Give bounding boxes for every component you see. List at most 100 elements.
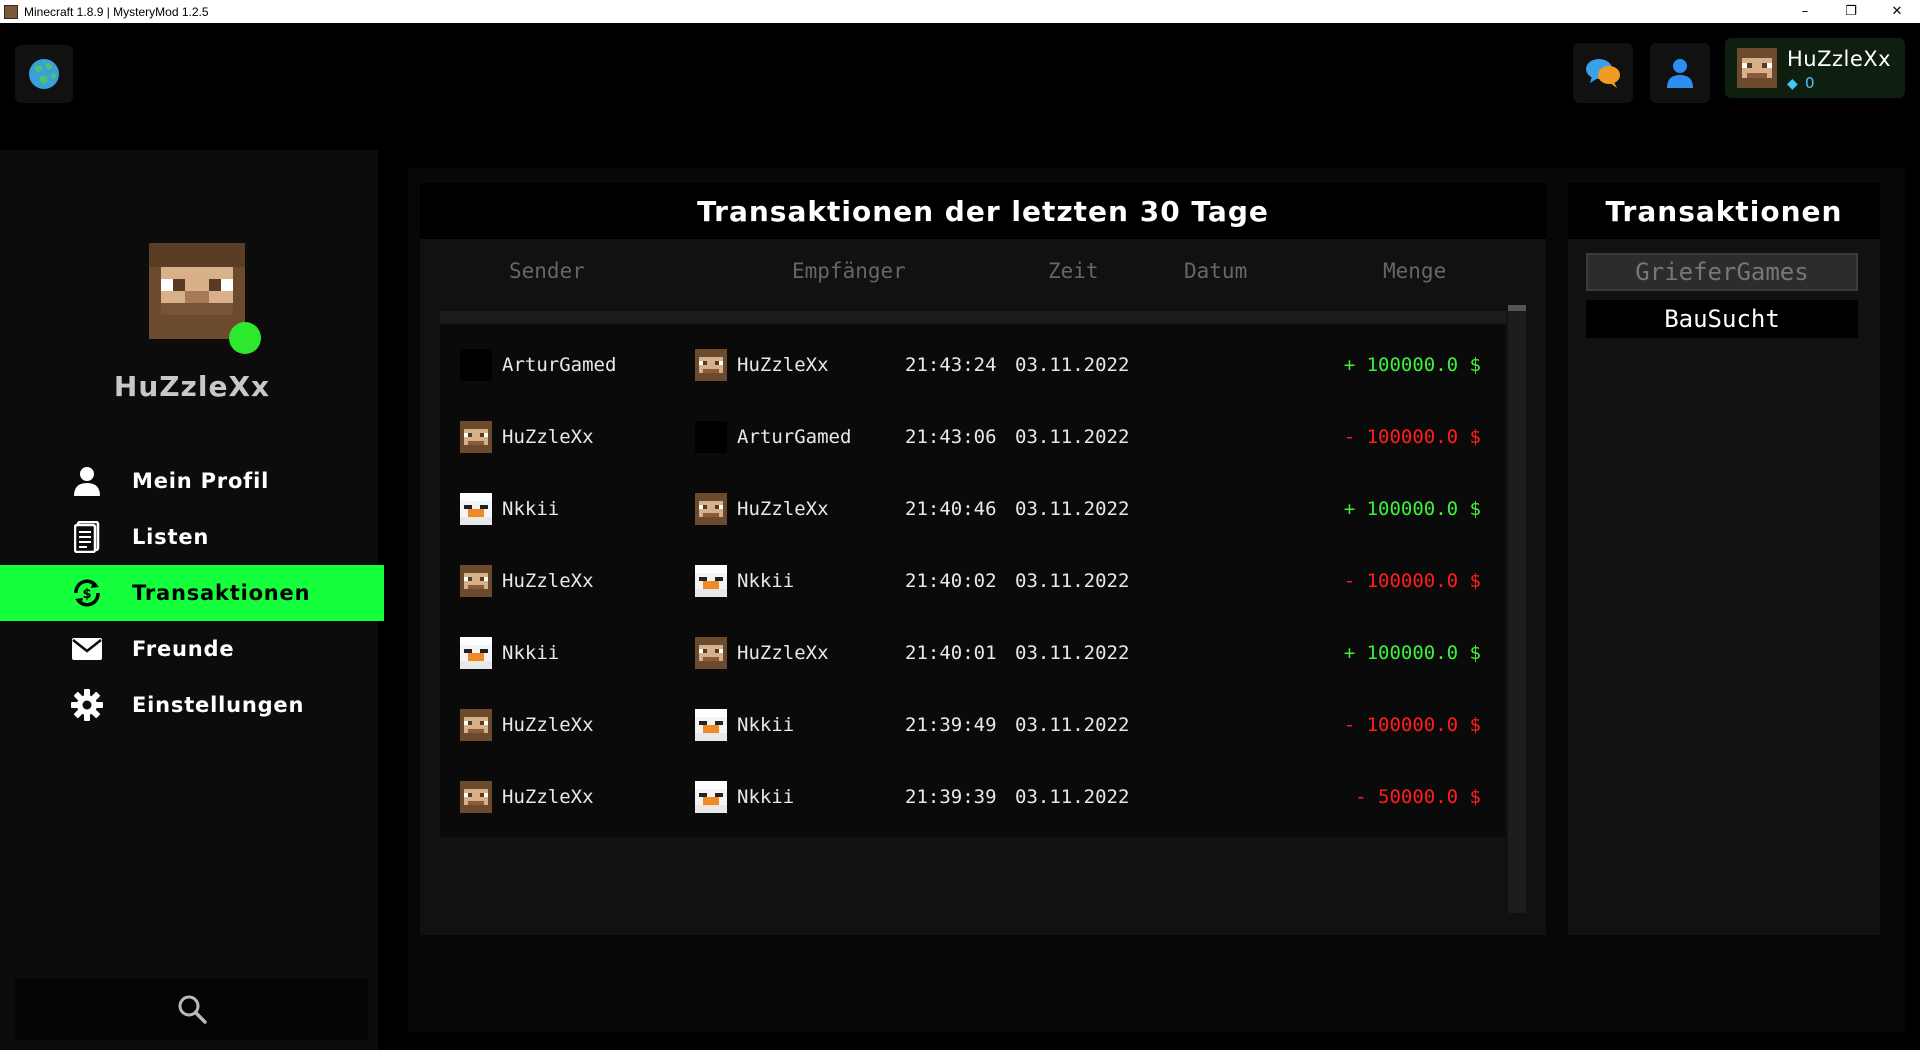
column-header-date: Datum — [1184, 259, 1248, 283]
time-cell: 21:43:24 — [905, 354, 997, 376]
account-name: HuZzleXx — [1787, 47, 1892, 71]
profile-name: HuZzleXx — [113, 370, 271, 403]
nav-item-mein-profil[interactable]: Mein Profil — [0, 453, 384, 509]
search-button[interactable] — [15, 978, 368, 1040]
transaction-row: HuZzleXx Nkkii 21:39:49 03.11.2022 - 100000.… — [440, 685, 1506, 765]
user-icon — [70, 464, 104, 498]
transactions-panel: Transaktionen der letzten 30 Tage Sender… — [420, 183, 1546, 935]
receiver-cell: Nkkii — [695, 685, 794, 765]
transaction-icon: $ — [70, 576, 104, 610]
receiver-name: HuZzleXx — [737, 354, 829, 376]
window-titlebar: Minecraft 1.8.9 | MysteryMod 1.2.5 – ❐ ✕ — [0, 0, 1920, 23]
amount-cell: + 100000.0 $ — [1343, 498, 1481, 520]
nav-label: Mein Profil — [132, 469, 270, 493]
server-button-bausucht[interactable]: BauSucht — [1586, 300, 1858, 338]
mail-icon — [70, 632, 104, 666]
transaction-row: ArturGamed HuZzleXx 21:43:24 03.11.2022 + 10… — [440, 325, 1506, 405]
scrollbar-thumb[interactable] — [1508, 305, 1526, 311]
sender-avatar — [460, 637, 492, 669]
close-button[interactable]: ✕ — [1874, 0, 1920, 23]
nav-item-transaktionen[interactable]: $ Transaktionen — [0, 565, 384, 621]
transaction-row: HuZzleXx ArturGamed 21:43:06 03.11.2022 - 10… — [440, 397, 1506, 477]
sender-name: HuZzleXx — [502, 570, 594, 592]
receiver-name: HuZzleXx — [737, 642, 829, 664]
chat-bubbles-icon — [1586, 59, 1620, 88]
list-icon — [70, 520, 104, 554]
receiver-cell: HuZzleXx — [695, 469, 829, 549]
receiver-name: Nkkii — [737, 714, 795, 736]
nav-label: Transaktionen — [132, 581, 311, 605]
date-cell: 03.11.2022 — [1015, 570, 1130, 592]
sender-name: HuZzleXx — [502, 786, 594, 808]
svg-text:$: $ — [82, 587, 91, 602]
transactions-list[interactable]: ArturGamed HuZzleXx 21:43:24 03.11.2022 + 10… — [440, 313, 1510, 913]
sender-avatar — [460, 493, 492, 525]
receiver-avatar — [695, 565, 727, 597]
amount-cell: - 100000.0 $ — [1343, 570, 1481, 592]
gem-icon: ◆ — [1787, 76, 1798, 92]
sender-name: HuZzleXx — [502, 714, 594, 736]
date-cell: 03.11.2022 — [1015, 714, 1130, 736]
account-card[interactable]: HuZzleXx ◆ 0 — [1725, 38, 1905, 98]
amount-cell: - 100000.0 $ — [1343, 714, 1481, 736]
globe-button[interactable] — [15, 45, 73, 103]
chat-button[interactable] — [1573, 43, 1633, 103]
receiver-cell: HuZzleXx — [695, 325, 829, 405]
time-cell: 21:40:01 — [905, 642, 997, 664]
transaction-row: HuZzleXx Nkkii 21:40:02 03.11.2022 - 100000.… — [440, 541, 1506, 621]
receiver-avatar — [695, 637, 727, 669]
sender-avatar — [460, 709, 492, 741]
sender-cell: Nkkii — [460, 613, 559, 693]
sender-cell: HuZzleXx — [460, 685, 594, 765]
sender-name: Nkkii — [502, 498, 560, 520]
date-cell: 03.11.2022 — [1015, 786, 1130, 808]
user-icon — [1667, 59, 1693, 88]
user-button[interactable] — [1650, 43, 1710, 103]
minimize-button[interactable]: – — [1782, 0, 1828, 23]
date-cell: 03.11.2022 — [1015, 498, 1130, 520]
transaction-row: Nkkii HuZzleXx 21:40:01 03.11.2022 + 100000.… — [440, 613, 1506, 693]
column-header-receiver: Empfänger — [792, 259, 906, 283]
minecraft-app-icon — [4, 4, 18, 19]
date-cell: 03.11.2022 — [1015, 426, 1130, 448]
nav-item-freunde[interactable]: Freunde — [0, 621, 384, 677]
transaction-row: HuZzleXx Nkkii 21:39:39 03.11.2022 - 50000.0… — [440, 757, 1506, 837]
receiver-name: ArturGamed — [737, 426, 852, 448]
nav-item-listen[interactable]: Listen — [0, 509, 384, 565]
nav-label: Freunde — [132, 637, 235, 661]
server-button-griefergames[interactable]: GrieferGames — [1586, 253, 1858, 291]
time-cell: 21:40:02 — [905, 570, 997, 592]
date-cell: 03.11.2022 — [1015, 642, 1130, 664]
amount-cell: + 100000.0 $ — [1343, 642, 1481, 664]
column-header-amount: Menge — [1383, 259, 1447, 283]
sender-cell: Nkkii — [460, 469, 559, 549]
profile-avatar — [149, 243, 245, 339]
sender-avatar — [460, 349, 492, 381]
gem-count: 0 — [1805, 74, 1815, 92]
receiver-name: Nkkii — [737, 786, 795, 808]
server-panel: Transaktionen GrieferGames BauSucht — [1568, 183, 1880, 935]
sender-name: Nkkii — [502, 642, 560, 664]
receiver-cell: Nkkii — [695, 757, 794, 837]
receiver-avatar — [695, 781, 727, 813]
transactions-title: Transaktionen der letzten 30 Tage — [697, 194, 1269, 228]
nav-item-einstellungen[interactable]: Einstellungen — [0, 677, 384, 733]
sender-cell: HuZzleXx — [460, 541, 594, 621]
nav-label: Einstellungen — [132, 693, 305, 717]
sender-cell: HuZzleXx — [460, 757, 594, 837]
top-bar: HuZzleXx ◆ 0 — [0, 23, 1920, 145]
column-headers: Sender Empfänger Zeit Datum Menge — [440, 259, 1510, 291]
sender-avatar — [460, 565, 492, 597]
maximize-button[interactable]: ❐ — [1828, 0, 1874, 23]
sender-cell: HuZzleXx — [460, 397, 594, 477]
sender-name: ArturGamed — [502, 354, 617, 376]
scrollbar-track[interactable] — [1508, 305, 1526, 913]
search-icon — [178, 995, 207, 1024]
sidebar: HuZzleXx Mein Profil Listen $ Transaktio… — [0, 150, 384, 1050]
receiver-cell: HuZzleXx — [695, 613, 829, 693]
globe-icon — [29, 59, 59, 89]
date-cell: 03.11.2022 — [1015, 354, 1130, 376]
transactions-header: Transaktionen der letzten 30 Tage — [420, 183, 1546, 239]
sender-avatar — [460, 421, 492, 453]
transaction-row: Nkkii HuZzleXx 21:40:46 03.11.2022 + 100000.… — [440, 469, 1506, 549]
